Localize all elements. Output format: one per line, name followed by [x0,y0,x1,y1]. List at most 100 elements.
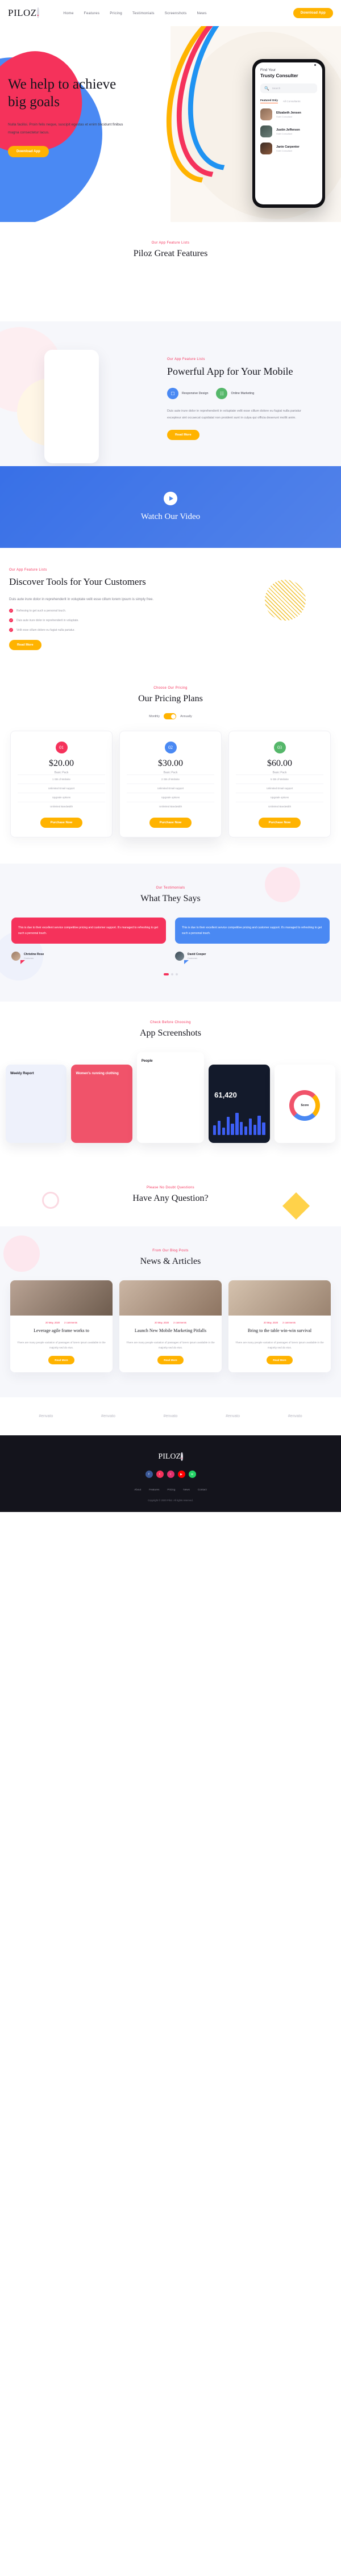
author-name: Christine Rose [24,952,44,956]
carousel-dots [0,973,341,976]
plan-purchase-button[interactable]: Purchase Now [259,818,301,828]
search-icon: 🔍 [264,86,269,91]
brand-logo-dot: . [36,7,40,18]
footer-link-features[interactable]: Features [149,1488,159,1491]
screenshots-eyebrow: Check Before Choosing [150,1021,191,1025]
screenshot-label: Score [301,1103,309,1107]
carousel-dot-active[interactable] [163,973,169,976]
plan-price: $20.00 [49,759,74,769]
decor-pink-circle [265,867,300,903]
screenshot-slide[interactable]: 61,420 [209,1065,270,1144]
download-app-button[interactable]: Download App [293,8,333,18]
pricing-card-standard[interactable]: 02 $30.00 Basic Pack 2 GB of Website Unl… [119,731,222,838]
nav-item-screenshots[interactable]: Screenshots [165,11,187,15]
news-heading-group: From Our Blog Posts News & Articles [0,1249,341,1267]
plan-feature: Upgrade options [127,793,214,802]
discover-section: Our App Feature Lists Discover Tools for… [0,547,341,673]
screenshot-slide[interactable]: Women's running clothing [71,1065,132,1144]
pricing-cards: 01 $20.00 Basic Pack 1 GB of Website Unl… [0,731,341,838]
news-headline: Bring to the table win-win survival [247,1328,312,1334]
carousel-dot[interactable] [175,973,178,976]
nav-item-features[interactable]: Features [84,11,100,15]
youtube-icon[interactable]: ▶ [177,1471,185,1478]
brand-logo-item: #envato [288,1414,302,1419]
twitter-icon[interactable]: t [156,1471,164,1478]
avatar [11,952,20,961]
news-read-more-button[interactable]: Read More [157,1356,184,1365]
news-date: 20 May, 2020 [45,1321,60,1325]
footer-link-contact[interactable]: Contact [198,1488,207,1491]
plan-feature: Unlimited Email support [127,784,214,793]
screenshot-carousel[interactable]: Weekly Report Women's running clothing P… [0,1052,341,1144]
pricing-card-premium[interactable]: 03 $60.00 Basic Pack 5 GB of Website Unl… [228,731,331,838]
screenshots-heading-group: Check Before Choosing App Screenshots [0,1021,341,1038]
news-excerpt: There are many people variation of passa… [126,1341,215,1350]
instagram-icon[interactable]: i [167,1471,174,1478]
hero-phone-mockup: Find Your Trusty Consulter 🔍 Search Feat… [252,59,325,208]
plan-feature: Unlimited Bandwidth [127,802,214,811]
news-headline: Launch New Mobile Marketing Pitfalls [134,1328,207,1334]
footer-link-about[interactable]: About [134,1488,141,1491]
plan-feature: Unlimited Bandwidth [236,802,323,811]
phone-search-field[interactable]: 🔍 Search [260,83,317,93]
footer-link-pricing[interactable]: Pricing [167,1488,175,1491]
brand-logo-text: PILOZ [8,7,37,18]
billing-toggle-row: Monthly Annually [0,713,341,720]
whatsapp-icon[interactable]: w [188,1471,196,1478]
hero-download-button[interactable]: Download App [8,146,49,158]
phone-tab-featured[interactable]: Featured Only [260,99,278,103]
news-read-more-button[interactable]: Read More [48,1356,74,1365]
brand-logos: #envato #envato #envato #envato #envato [0,1397,341,1436]
consultant-role: Hotel Consultant [276,132,293,135]
bullet-text: Duis aute irure dolor in reprehenderit i… [16,618,79,622]
news-meta: 20 May, 2020 2 comments [15,1321,107,1324]
phone-title: Trusty Consulter [260,73,298,78]
list-item: ✓ Refresing to get such a personal touch… [9,609,180,613]
news-read-more-button[interactable]: Read More [267,1356,293,1365]
nav-item-testimonials[interactable]: Testimonials [132,11,155,15]
phone-tab-all[interactable]: All Consultants [283,100,301,103]
plan-feature: Upgrade options [18,793,105,802]
news-thumbnail [228,1280,331,1316]
footer-logo[interactable]: PILOZ. [0,1452,341,1461]
pricing-eyebrow: Choose Our Pricing [153,686,188,690]
screenshot-slide[interactable]: Score [274,1065,336,1144]
billing-toggle-switch[interactable] [164,713,177,720]
nav-item-news[interactable]: News [197,11,207,15]
news-card[interactable]: 20 May, 2020 2 comments Launch New Mobil… [119,1280,222,1373]
news-card[interactable]: 20 May, 2020 2 comments Leverage agile f… [10,1280,113,1373]
facebook-icon[interactable]: f [145,1471,153,1478]
powerful-read-more-button[interactable]: Read More [167,429,199,440]
consultant-list-item[interactable]: Janie Carpenter Hotel Consultant [260,143,317,154]
plan-feature: 1 GB of Website [18,774,105,784]
screenshot-slide[interactable]: People [136,1052,205,1144]
pricing-card-basic[interactable]: 01 $20.00 Basic Pack 1 GB of Website Unl… [10,731,113,838]
news-thumbnail [10,1280,113,1316]
carousel-dot[interactable] [170,973,173,976]
consultant-list-item[interactable]: Justin Jefferson Hotel Consultant [260,125,317,137]
feature-label: Responsive Design [182,392,209,396]
footer-link-news[interactable]: News [183,1488,190,1491]
billing-annually-label: Annually [180,714,192,718]
plan-purchase-button[interactable]: Purchase Now [149,818,192,828]
play-icon[interactable] [164,492,177,506]
video-title: Watch Our Video [140,512,201,522]
consultant-role: Hotel Consultant [276,115,293,118]
nav-item-pricing[interactable]: Pricing [110,11,122,15]
news-date: 20 May, 2020 [155,1321,169,1325]
news-card[interactable]: 20 May, 2020 2 comments Bring to the tab… [228,1280,331,1373]
consultant-name: Justin Jefferson [276,128,300,132]
plan-purchase-button[interactable]: Purchase Now [40,818,82,828]
brand-logo[interactable]: PILOZ. [8,7,40,19]
discover-read-more-button[interactable]: Read More [9,640,41,651]
screenshot-slide[interactable]: Weekly Report [6,1065,67,1144]
video-section: Watch Our Video [0,466,341,548]
powerful-heading: Powerful App for Your Mobile [167,366,293,377]
news-comments: 2 comments [173,1321,186,1325]
news-section: From Our Blog Posts News & Articles 20 M… [0,1226,341,1398]
nav-item-home[interactable]: Home [63,11,73,15]
plan-feature: Unlimited Email support [18,784,105,793]
sitemap-icon: ☷ [216,388,228,400]
consultant-list-item[interactable]: Elizabeth Jensen Hotel Consultant [260,108,317,120]
decor-pink-circle [3,1235,40,1272]
